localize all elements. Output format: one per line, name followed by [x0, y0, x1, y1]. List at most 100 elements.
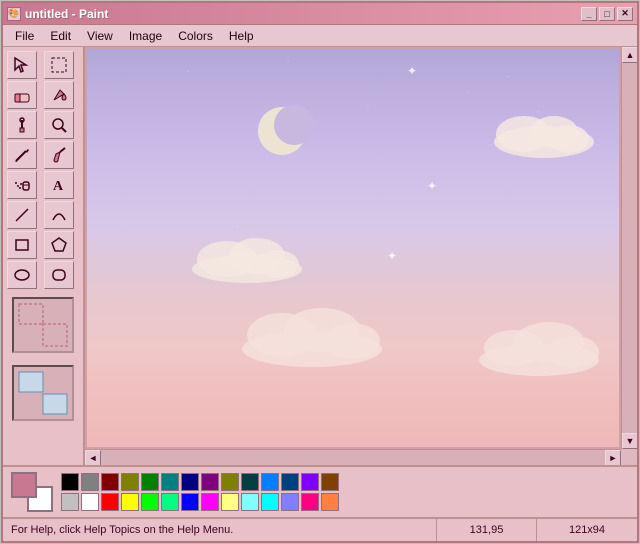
- status-size: 121x94: [537, 519, 637, 541]
- swatch-navy[interactable]: [181, 473, 199, 491]
- palette-rows: [61, 473, 339, 511]
- scroll-track-v[interactable]: [622, 63, 637, 433]
- title-bar-left: 🎨 untitled - Paint: [7, 7, 108, 21]
- swatch-yellow[interactable]: [121, 493, 139, 511]
- fg-color-box[interactable]: [11, 472, 37, 498]
- close-button[interactable]: ✕: [617, 7, 633, 21]
- swatch-purple[interactable]: [201, 473, 219, 491]
- swatch-teal[interactable]: [161, 473, 179, 491]
- tool-polygon[interactable]: [44, 231, 74, 259]
- scrollbar-horizontal: ◄ ►: [85, 449, 621, 465]
- star: ·: [367, 104, 369, 110]
- swatch-red[interactable]: [101, 493, 119, 511]
- swatch-blue[interactable]: [261, 473, 279, 491]
- menu-image[interactable]: Image: [121, 27, 170, 45]
- swatch-gray[interactable]: [81, 473, 99, 491]
- tool-airbrush[interactable]: [7, 171, 37, 199]
- scroll-up-button[interactable]: ▲: [622, 47, 637, 63]
- swatch-maroon[interactable]: [101, 473, 119, 491]
- swatch-violet[interactable]: [301, 473, 319, 491]
- status-size-text: 121x94: [569, 524, 605, 536]
- tool-rounded-rect[interactable]: [44, 261, 74, 289]
- title-buttons: _ □ ✕: [581, 7, 633, 21]
- moon: [252, 99, 317, 167]
- swatch-dark-yellow[interactable]: [221, 473, 239, 491]
- menu-file[interactable]: File: [7, 27, 42, 45]
- tool-line[interactable]: [7, 201, 37, 229]
- star: ✦: [387, 249, 397, 263]
- cloud-2: [187, 229, 307, 284]
- swatch-orange[interactable]: [321, 493, 339, 511]
- swatch-rose[interactable]: [301, 493, 319, 511]
- tool-preview-top: [12, 297, 74, 353]
- menu-edit[interactable]: Edit: [42, 27, 79, 45]
- tool-ellipse[interactable]: [7, 261, 37, 289]
- menu-help[interactable]: Help: [221, 27, 262, 45]
- swatch-blue-bright[interactable]: [181, 493, 199, 511]
- main-area: A: [3, 47, 637, 465]
- swatch-cyan[interactable]: [261, 493, 279, 511]
- color-palette: [3, 465, 637, 517]
- star: ·: [467, 89, 469, 95]
- tool-select-free[interactable]: [7, 51, 37, 79]
- swatch-light-yellow[interactable]: [221, 493, 239, 511]
- scroll-area: ✦ · · ✦ · ✦ · ✦ · · · ·: [85, 47, 637, 465]
- minimize-button[interactable]: _: [581, 7, 597, 21]
- paint-canvas[interactable]: ✦ · · ✦ · ✦ · ✦ · · · ·: [87, 49, 619, 447]
- tool-brush[interactable]: [44, 141, 74, 169]
- tool-pencil[interactable]: [7, 141, 37, 169]
- tool-fill[interactable]: [44, 81, 74, 109]
- star: ✦: [427, 179, 437, 193]
- swatch-olive[interactable]: [121, 473, 139, 491]
- window-title: untitled - Paint: [25, 7, 108, 21]
- tool-text[interactable]: A: [44, 171, 74, 199]
- swatch-cyan-light[interactable]: [241, 493, 259, 511]
- swatch-periwinkle[interactable]: [281, 493, 299, 511]
- cloud-1: [489, 104, 599, 159]
- status-help-text: For Help, click Help Topics on the Help …: [11, 524, 233, 536]
- menu-colors[interactable]: Colors: [170, 27, 221, 45]
- swatch-black[interactable]: [61, 473, 79, 491]
- swatch-dark-blue[interactable]: [281, 473, 299, 491]
- swatch-brown[interactable]: [321, 473, 339, 491]
- scroll-left-button[interactable]: ◄: [85, 450, 101, 465]
- star: ·: [507, 74, 509, 80]
- menu-view[interactable]: View: [79, 27, 121, 45]
- scroll-down-button[interactable]: ▼: [622, 433, 637, 449]
- maximize-button[interactable]: □: [599, 7, 615, 21]
- star: ·: [287, 59, 289, 65]
- sky-scene: ✦ · · ✦ · ✦ · ✦ · · · ·: [87, 49, 619, 447]
- svg-text:A: A: [53, 179, 64, 194]
- tool-grid: A: [7, 51, 79, 289]
- palette-row-2: [61, 493, 339, 511]
- tool-eraser[interactable]: [7, 81, 37, 109]
- status-coords: 131,95: [437, 519, 537, 541]
- title-bar: 🎨 untitled - Paint _ □ ✕: [3, 3, 637, 25]
- cloud-3: [237, 297, 387, 367]
- tool-curve[interactable]: [44, 201, 74, 229]
- scroll-right-button[interactable]: ►: [605, 450, 621, 465]
- current-colors: [11, 472, 53, 512]
- tool-select-rect[interactable]: [44, 51, 74, 79]
- scroll-corner: [621, 449, 637, 465]
- main-window: 🎨 untitled - Paint _ □ ✕ File Edit View …: [1, 1, 639, 543]
- swatch-magenta[interactable]: [201, 493, 219, 511]
- status-coords-text: 131,95: [470, 524, 504, 536]
- star: ✦: [407, 64, 417, 78]
- swatch-lime[interactable]: [141, 493, 159, 511]
- swatch-spring[interactable]: [161, 493, 179, 511]
- tool-preview-bottom: [12, 365, 74, 421]
- scrollbar-vertical: ▲ ▼: [621, 47, 637, 449]
- swatch-white[interactable]: [81, 493, 99, 511]
- tool-rectangle[interactable]: [7, 231, 37, 259]
- swatch-dark-teal[interactable]: [241, 473, 259, 491]
- toolbar: A: [3, 47, 85, 465]
- tool-zoom[interactable]: [44, 111, 74, 139]
- swatch-silver[interactable]: [61, 493, 79, 511]
- tool-eyedropper[interactable]: [7, 111, 37, 139]
- palette-row-1: [61, 473, 339, 491]
- swatch-green[interactable]: [141, 473, 159, 491]
- app-icon: 🎨: [7, 7, 21, 21]
- scroll-track-h[interactable]: [101, 450, 605, 465]
- cloud-4: [474, 312, 604, 377]
